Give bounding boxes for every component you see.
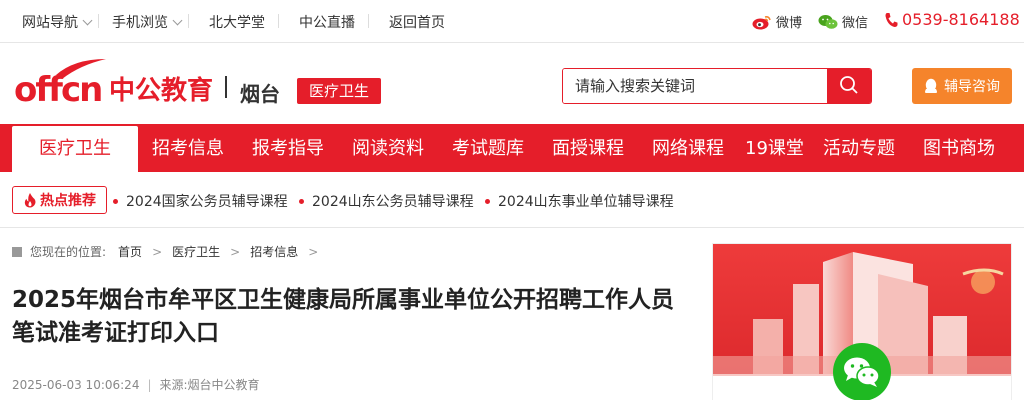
article-source: 来源:烟台中公教育 xyxy=(159,378,260,392)
nav-item-classroom-courses[interactable]: 面授课程 xyxy=(552,124,624,172)
logo-en-text: offcn xyxy=(14,70,101,105)
site-nav-label: 网站导航 xyxy=(22,15,78,31)
wechat-float-button[interactable] xyxy=(833,343,891,400)
nav-item-events[interactable]: 活动专题 xyxy=(823,124,895,172)
phone-icon xyxy=(885,12,898,27)
home-link[interactable]: 返回首页 xyxy=(389,12,445,32)
city-name: 烟台 xyxy=(240,82,280,106)
divider xyxy=(98,14,99,28)
hot-link-shandong-civil[interactable]: 2024山东公务员辅导课程 xyxy=(299,191,474,211)
chevron-down-icon xyxy=(172,15,183,26)
breadcrumb-separator: > xyxy=(230,244,241,259)
main-nav: 医疗卫生 招考信息 报考指导 阅读资料 考试题库 面授课程 网络课程 19课堂 … xyxy=(0,124,1024,172)
breadcrumb-recruit-info[interactable]: 招考信息 xyxy=(250,243,298,260)
wechat-icon xyxy=(818,14,838,29)
hot-link-national[interactable]: 2024国家公务员辅导课程 xyxy=(113,191,288,211)
channel-tag[interactable]: 医疗卫生 xyxy=(297,78,381,104)
consult-button[interactable]: 辅导咨询 xyxy=(912,68,1012,104)
nav-item-reading[interactable]: 阅读资料 xyxy=(352,124,424,172)
nav-item-19-classroom[interactable]: 19课堂 xyxy=(745,124,804,172)
divider xyxy=(368,14,369,28)
article-meta: 2025-06-03 10:06:24 | 来源:烟台中公教育 xyxy=(12,376,260,393)
hot-tag: 热点推荐 xyxy=(12,186,107,214)
site-nav-menu[interactable]: 网站导航 xyxy=(22,12,93,32)
phone-text: 0539-8164188 xyxy=(902,10,1020,29)
breadcrumb-separator: > xyxy=(308,244,319,259)
home-icon xyxy=(12,246,22,257)
nav-item-recruit-info[interactable]: 招考信息 xyxy=(152,124,224,172)
divider xyxy=(188,14,189,28)
mobile-menu[interactable]: 手机浏览 xyxy=(112,12,183,32)
pku-link[interactable]: 北大学堂 xyxy=(209,12,265,32)
search-icon xyxy=(840,75,858,94)
phone-number: 0539-8164188 xyxy=(884,10,1020,29)
live-link[interactable]: 中公直播 xyxy=(299,12,355,32)
logo-cn: 中公教育 xyxy=(109,76,214,106)
nav-item-exam-guide[interactable]: 报考指导 xyxy=(252,124,324,172)
breadcrumb-separator: > xyxy=(152,244,163,259)
wechat-label: 微信 xyxy=(842,16,869,31)
wechat-icon xyxy=(844,357,880,387)
breadcrumb-medical[interactable]: 医疗卫生 xyxy=(172,243,220,260)
consult-label: 辅导咨询 xyxy=(944,79,1000,95)
site-header: offcn 中公教育 烟台 医疗卫生 辅导咨询 xyxy=(0,44,1024,124)
qq-icon xyxy=(925,78,937,93)
top-bar: 网站导航 手机浏览 北大学堂 中公直播 返回首页 微博 微信 0539-8164… xyxy=(0,0,1024,43)
offcn-logo[interactable]: offcn xyxy=(14,55,110,105)
breadcrumb-home[interactable]: 首页 xyxy=(118,243,142,260)
weibo-icon xyxy=(752,15,771,29)
search-box xyxy=(562,68,872,104)
wechat-link[interactable]: 微信 xyxy=(818,12,868,31)
weibo-link[interactable]: 微博 xyxy=(752,12,802,31)
breadcrumb: 您现在的位置: 首页 > 医疗卫生 > 招考信息 > xyxy=(12,243,328,260)
article-title: 2025年烟台市牟平区卫生健康局所属事业单位公开招聘工作人员笔试准考证打印入口 xyxy=(12,287,675,346)
nav-item-medical[interactable]: 医疗卫生 xyxy=(12,126,138,172)
nav-item-bookstore[interactable]: 图书商场 xyxy=(923,124,995,172)
nav-item-question-bank[interactable]: 考试题库 xyxy=(452,124,524,172)
logo-divider xyxy=(225,76,227,98)
chevron-down-icon xyxy=(82,15,93,26)
flame-icon xyxy=(24,193,36,208)
article-datetime: 2025-06-03 10:06:24 xyxy=(12,378,140,392)
breadcrumb-prefix: 您现在的位置: xyxy=(30,245,107,259)
meta-divider: | xyxy=(147,378,152,392)
divider xyxy=(278,14,279,28)
hot-recommend-bar: 热点推荐 2024国家公务员辅导课程 2024山东公务员辅导课程 2024山东事… xyxy=(0,172,1024,228)
hot-link-shandong-institution[interactable]: 2024山东事业单位辅导课程 xyxy=(485,191,674,211)
search-button[interactable] xyxy=(827,69,871,103)
search-input[interactable] xyxy=(563,69,829,103)
nav-item-online-courses[interactable]: 网络课程 xyxy=(652,124,724,172)
mobile-label: 手机浏览 xyxy=(112,15,168,31)
hot-tag-label: 热点推荐 xyxy=(40,193,96,209)
weibo-label: 微博 xyxy=(776,16,803,31)
